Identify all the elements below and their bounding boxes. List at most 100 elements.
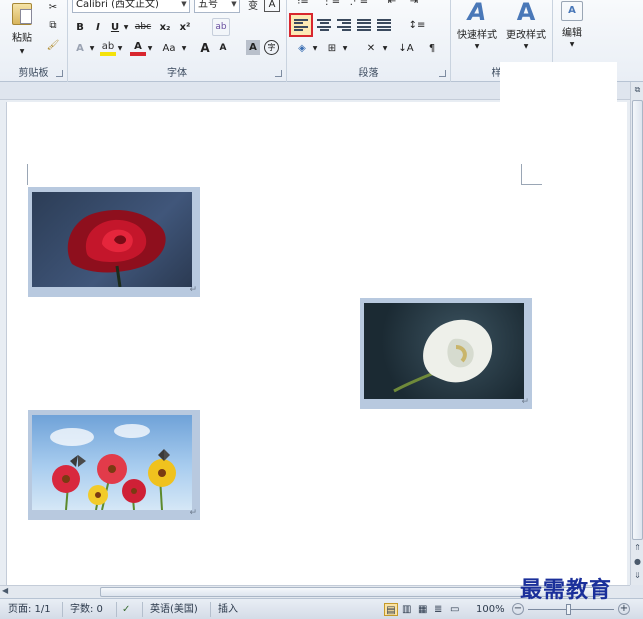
- underline-dropdown-icon[interactable]: ▼: [122, 19, 130, 35]
- scroll-left-icon[interactable]: ◀: [2, 586, 8, 595]
- shading-dropdown-icon[interactable]: ▼: [311, 40, 319, 56]
- subscript-button[interactable]: x₂: [156, 19, 174, 35]
- grow-font-button[interactable]: A: [198, 40, 212, 56]
- align-center-button[interactable]: [315, 16, 333, 34]
- increase-indent-icon[interactable]: ⇥: [405, 0, 423, 8]
- line-spacing-icon[interactable]: ↕≡: [405, 16, 429, 34]
- paste-button[interactable]: 粘贴: [6, 0, 38, 46]
- zoom-slider[interactable]: [528, 609, 614, 610]
- quick-styles-label: 快速样式: [457, 30, 497, 41]
- justify-button[interactable]: [355, 16, 373, 34]
- top-left-margin-mark: [7, 164, 28, 185]
- document-page[interactable]: ↵ ↵ ↵: [6, 102, 627, 585]
- change-case-dropdown-icon[interactable]: ▼: [180, 40, 188, 56]
- text-effects-dropdown-icon[interactable]: ▼: [88, 40, 96, 56]
- red-rose-image[interactable]: [32, 192, 192, 287]
- copy-icon[interactable]: ⧉: [44, 18, 62, 32]
- outline-view-icon[interactable]: ≣: [434, 603, 442, 616]
- paragraph-mark-icon: ↵: [189, 285, 197, 295]
- calla-lily-image[interactable]: [364, 303, 524, 399]
- draft-view-icon[interactable]: ▭: [450, 603, 459, 616]
- font-name-combo[interactable]: Calibri (西文正文) ▼: [72, 0, 190, 13]
- change-styles-button[interactable]: A 更改样式 ▼: [501, 0, 551, 52]
- previous-page-icon[interactable]: ⇑: [632, 542, 643, 554]
- enclose-char-button[interactable]: 字: [264, 40, 279, 55]
- calla-lily-image-frame[interactable]: ↵: [360, 298, 532, 409]
- chinese-layout-icon[interactable]: ✕: [361, 40, 381, 56]
- quick-styles-button[interactable]: A 快速样式 ▼: [453, 0, 501, 52]
- page-count[interactable]: 页面: 1/1: [8, 603, 51, 616]
- shrink-font-button[interactable]: A: [216, 40, 230, 56]
- font-group-label: 字体: [167, 68, 187, 79]
- font-color-dropdown-icon[interactable]: ▼: [146, 40, 154, 56]
- paragraph-launcher-icon[interactable]: [439, 70, 446, 77]
- paragraph-group-label: 段落: [358, 68, 379, 79]
- zoom-out-button[interactable]: −: [512, 603, 524, 615]
- language-indicator[interactable]: 英语(美国): [150, 603, 198, 616]
- status-divider: [142, 602, 143, 617]
- bold-button[interactable]: B: [72, 19, 88, 35]
- font-color-button[interactable]: A: [130, 40, 146, 56]
- sort-icon[interactable]: ↓A: [397, 40, 415, 56]
- word-count[interactable]: 字数: 0: [70, 603, 103, 616]
- shading-icon[interactable]: ◈: [293, 40, 311, 56]
- gerbera-daisies-image-frame[interactable]: ↵: [28, 410, 200, 520]
- numbering-icon[interactable]: ⋮≡: [321, 0, 341, 8]
- paste-icon: [12, 2, 32, 25]
- vertical-scrollbar[interactable]: ⧉ ⇑ ● ⇓: [630, 82, 643, 585]
- font-size-combo[interactable]: 五号 ▼: [194, 0, 240, 13]
- superscript-button[interactable]: x²: [176, 19, 194, 35]
- print-layout-view-icon[interactable]: ▤: [384, 603, 398, 616]
- zoom-in-button[interactable]: +: [618, 603, 630, 615]
- chinese-layout-dropdown-icon[interactable]: ▼: [381, 40, 389, 56]
- status-divider: [62, 602, 63, 617]
- show-marks-icon[interactable]: ¶: [423, 40, 441, 56]
- strikethrough-button[interactable]: abc: [132, 19, 154, 35]
- char-shading-button[interactable]: A: [246, 40, 260, 55]
- format-painter-icon[interactable]: 🖌: [44, 38, 62, 52]
- paste-dropdown-arrow[interactable]: ▼: [16, 46, 28, 56]
- browse-object-icon[interactable]: ●: [632, 556, 643, 568]
- next-page-icon[interactable]: ⇓: [632, 570, 643, 582]
- text-effects-icon[interactable]: A: [72, 40, 88, 56]
- distributed-button[interactable]: [375, 16, 393, 34]
- paragraph-group: ⁝≡ ⋮≡ ⋰≡ ⇤ ⇥ ↕≡ ◈ ▼ ⊞ ▼ ✕ ▼ ↓A ¶ 段落: [287, 0, 451, 82]
- cut-icon[interactable]: ✂: [44, 0, 62, 14]
- proofing-icon[interactable]: ✓: [122, 603, 130, 616]
- watermark-logo: 最需教育: [520, 577, 613, 603]
- document-area: ↵ ↵ ↵: [0, 82, 630, 585]
- insert-mode-indicator[interactable]: 插入: [218, 603, 238, 616]
- borders-dropdown-icon[interactable]: ▼: [341, 40, 349, 56]
- vertical-scroll-thumb[interactable]: [632, 100, 643, 540]
- chevron-down-icon: ▼: [523, 43, 529, 50]
- font-name-value: Calibri (西文正文): [76, 0, 159, 10]
- multilevel-list-icon[interactable]: ⋰≡: [349, 0, 369, 8]
- clear-format-icon[interactable]: ab: [212, 18, 230, 36]
- bullets-icon[interactable]: ⁝≡: [293, 0, 313, 8]
- web-layout-icon[interactable]: ▦: [418, 603, 427, 616]
- change-case-button[interactable]: Aa: [158, 40, 180, 56]
- full-screen-reading-icon[interactable]: ▥: [402, 603, 411, 616]
- zoom-level[interactable]: 100%: [476, 603, 505, 616]
- gerbera-daisies-image[interactable]: [32, 415, 192, 510]
- phonetic-guide-button[interactable]: 变: [244, 0, 262, 12]
- change-styles-icon: A: [516, 0, 536, 26]
- highlight-dropdown-icon[interactable]: ▼: [116, 40, 124, 56]
- decrease-indent-icon[interactable]: ⇤: [383, 0, 401, 8]
- align-left-button[interactable]: [289, 13, 313, 37]
- align-right-button[interactable]: [335, 16, 353, 34]
- justify-icon: [357, 19, 371, 31]
- italic-button[interactable]: I: [90, 19, 106, 35]
- zoom-slider-thumb[interactable]: [566, 604, 571, 615]
- font-launcher-icon[interactable]: [275, 70, 282, 77]
- clipboard-launcher-icon[interactable]: [56, 70, 63, 77]
- highlight-color-icon[interactable]: ab: [100, 40, 116, 56]
- underline-button[interactable]: U: [108, 19, 122, 35]
- ruler-toggle-icon[interactable]: ⧉: [632, 84, 643, 96]
- status-divider: [116, 602, 117, 617]
- find-icon: A: [561, 0, 583, 21]
- editing-button[interactable]: A 编辑 ▼: [555, 0, 589, 52]
- char-border-button[interactable]: A: [264, 0, 280, 12]
- red-rose-image-frame[interactable]: ↵: [28, 187, 200, 297]
- borders-icon[interactable]: ⊞: [323, 40, 341, 56]
